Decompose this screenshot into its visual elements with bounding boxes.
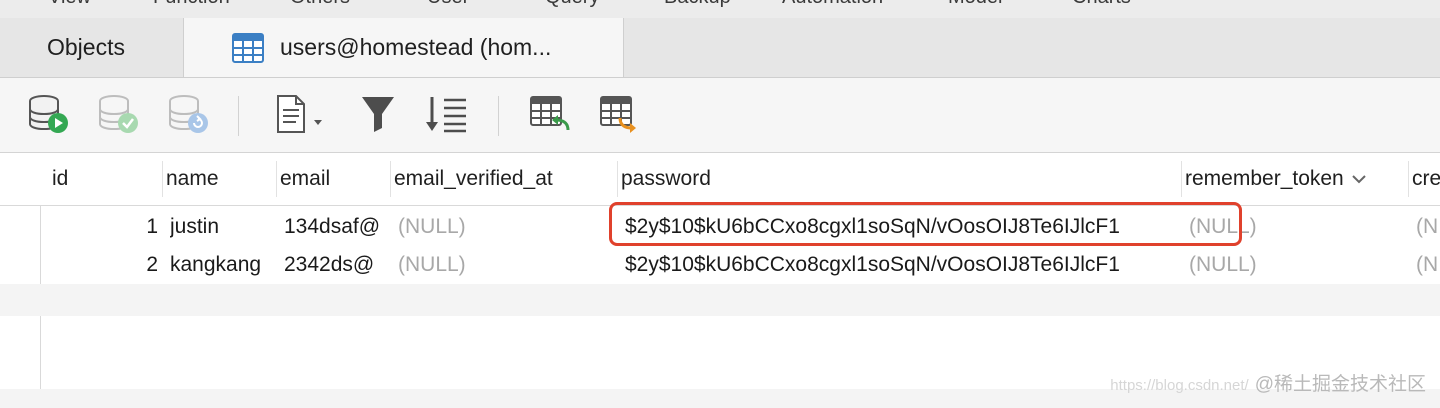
watermark: https://blog.csdn.net/ @稀土掘金技术社区 [1110,369,1426,396]
table-row[interactable]: 2 kangkang 2342ds@ (NULL) $2y$10$kU6bCCx… [0,246,1440,284]
watermark-url: https://blog.csdn.net/ [1110,377,1249,394]
tab-bar: Objects users@homestead (hom... [0,18,1440,78]
cell-email-verified-at[interactable]: (NULL) [398,208,614,246]
menu-item-model[interactable]: Model [948,0,1002,9]
chevron-down-icon[interactable] [1352,174,1366,184]
menu-item-backup[interactable]: Backup [664,0,731,9]
filter-button[interactable] [356,96,400,136]
cell-remember-token[interactable]: (NULL) [1189,246,1404,284]
column-header-remember-token[interactable]: remember_token [1185,153,1390,205]
cell-email[interactable]: 2342ds@ [284,246,386,284]
menu-item-query[interactable]: Query [545,0,599,9]
tab-users-label: users@homestead (hom... [280,34,552,60]
tab-objects[interactable]: Objects [0,18,184,77]
column-divider[interactable] [617,161,618,197]
db-refresh-icon [166,94,210,139]
column-divider[interactable] [162,161,163,197]
menu-item-automation[interactable]: Automation [782,0,883,9]
cell-name[interactable]: justin [170,208,274,246]
menu-item-user[interactable]: User [427,0,469,9]
column-divider[interactable] [1408,161,1409,197]
cell-id[interactable]: 2 [52,246,158,284]
menu-item-view[interactable]: View [48,0,91,9]
cell-password[interactable]: $2y$10$kU6bCCxo8cgxl1soSqN/vOosOIJ8Te6IJ… [625,246,1177,284]
sort-icon [422,94,470,139]
toolbar [0,78,1440,153]
text-document-icon [272,94,332,139]
column-header-password[interactable]: password [621,153,1176,205]
db-commit-icon [96,94,140,139]
cell-email-verified-at[interactable]: (NULL) [398,246,614,284]
column-header-email[interactable]: email [280,153,388,205]
import-table-icon [528,94,572,139]
menu-item-charts[interactable]: Charts [1072,0,1131,9]
column-header-name[interactable]: name [166,153,274,205]
sort-button[interactable] [424,96,468,136]
column-divider[interactable] [276,161,277,197]
column-header-cre[interactable]: cre [1412,153,1440,205]
column-divider[interactable] [390,161,391,197]
db-run-button[interactable] [26,94,70,139]
cell-name[interactable]: kangkang [170,246,274,284]
filter-icon [356,94,400,139]
column-divider[interactable] [1181,161,1182,197]
text-document-button[interactable] [272,94,332,139]
cell-id[interactable]: 1 [52,208,158,246]
db-run-icon [26,94,70,139]
cell-cre[interactable]: (N [1416,246,1440,284]
db-refresh-button[interactable] [166,94,210,139]
db-commit-button[interactable] [96,94,140,139]
menu-bar: View Function Others User Query Backup A… [0,0,1440,19]
grid-header: id name email email_verified_at password… [0,153,1440,206]
menu-item-function[interactable]: Function [153,0,230,9]
cell-email[interactable]: 134dsaf@ [284,208,386,246]
tab-users-table[interactable]: users@homestead (hom... [184,18,624,77]
toolbar-separator [498,96,499,136]
cell-cre[interactable]: (N [1416,208,1440,246]
table-icon [232,32,264,63]
import-table-button[interactable] [528,94,572,139]
empty-row [0,284,1440,316]
password-highlight-box [609,202,1242,246]
export-table-button[interactable] [598,94,642,139]
tab-objects-label: Objects [47,34,125,60]
export-table-icon [598,94,642,139]
column-header-email-verified-at[interactable]: email_verified_at [394,153,614,205]
toolbar-separator [238,96,239,136]
column-header-id[interactable]: id [52,153,160,205]
menu-item-others[interactable]: Others [290,0,350,9]
watermark-text: @稀土掘金技术社区 [1254,374,1426,395]
